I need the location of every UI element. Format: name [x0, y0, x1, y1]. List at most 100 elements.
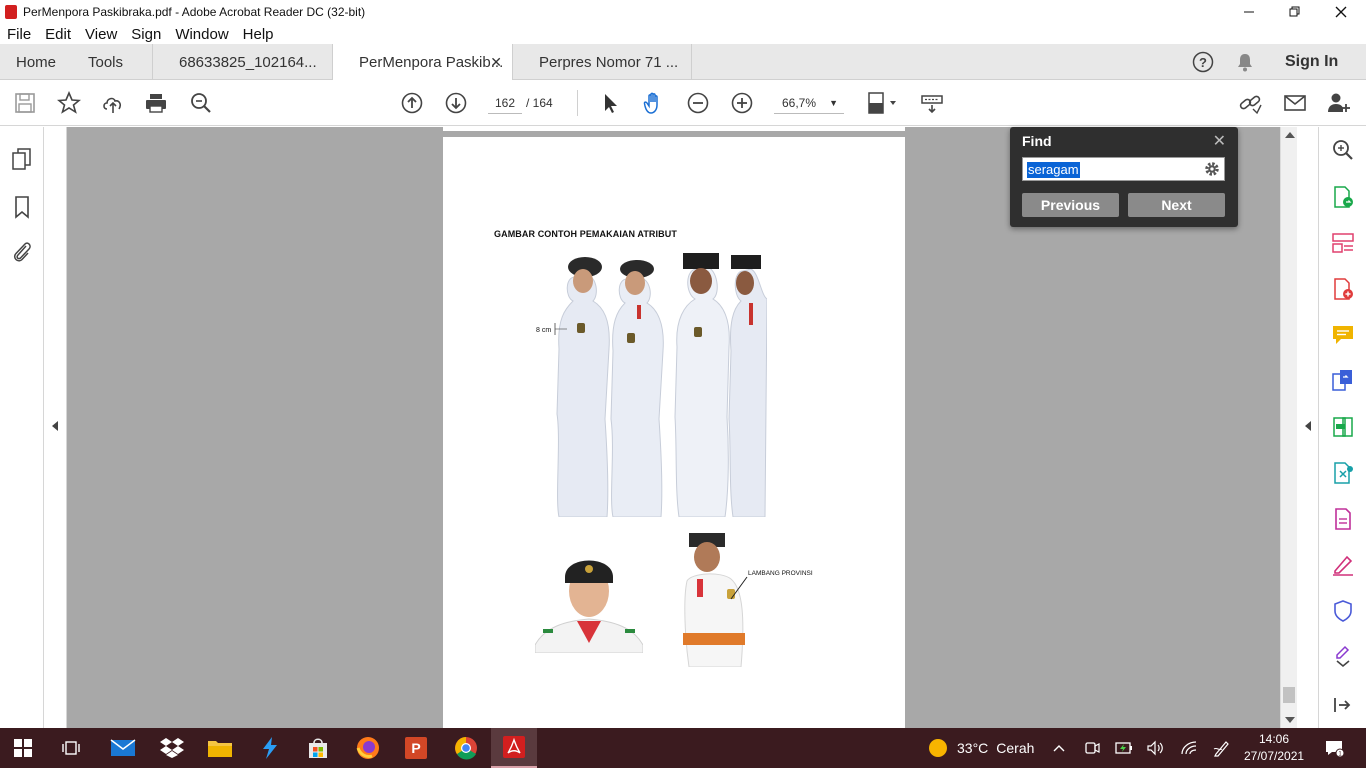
minimize-button[interactable] — [1226, 0, 1272, 24]
share-link-button[interactable] — [1236, 89, 1264, 117]
organize-pages-button[interactable] — [1331, 231, 1355, 255]
email-button[interactable] — [1281, 89, 1309, 117]
vertical-scrollbar[interactable] — [1280, 127, 1297, 728]
more-tools-button[interactable] — [1331, 645, 1355, 669]
clock[interactable]: 14:06 27/07/2021 — [1244, 731, 1304, 765]
scroll-up-arrow-icon[interactable] — [1285, 132, 1295, 138]
store-app[interactable] — [295, 728, 341, 768]
find-previous-button[interactable]: Previous — [1022, 193, 1119, 217]
gear-icon[interactable] — [1203, 160, 1221, 178]
shield-icon — [1334, 600, 1352, 622]
menu-file[interactable]: File — [0, 26, 38, 43]
tab-home[interactable]: Home — [16, 44, 56, 80]
read-mode-button[interactable] — [918, 89, 946, 117]
bookmark-icon — [15, 196, 29, 219]
right-pane-toggle[interactable] — [1297, 127, 1319, 728]
find-input[interactable]: seragam — [1022, 157, 1225, 181]
find-next-button[interactable]: Next — [1128, 193, 1225, 217]
show-hidden-icons-button[interactable] — [1052, 728, 1066, 768]
compare-files-button[interactable] — [1331, 415, 1355, 439]
tab-document-1[interactable]: 68633825_102164... — [152, 44, 332, 80]
next-page-button[interactable] — [442, 89, 470, 117]
menu-view[interactable]: View — [78, 26, 124, 43]
zoom-level-select[interactable]: 66,7% ▼ — [774, 92, 844, 114]
tab-document-3[interactable]: Perpres Nomor 71 ... — [512, 44, 692, 80]
arrow-up-circle-icon — [401, 92, 423, 114]
save-button[interactable] — [11, 89, 39, 117]
dropbox-app[interactable] — [149, 728, 195, 768]
select-tool-button[interactable] — [596, 89, 624, 117]
menu-edit[interactable]: Edit — [38, 26, 78, 43]
weather-widget[interactable]: 33°C Cerah — [929, 728, 1034, 768]
close-tab-icon[interactable]: ✕ — [490, 54, 502, 71]
zoom-search-button[interactable] — [187, 89, 215, 117]
search-tool-button[interactable] — [1331, 138, 1355, 162]
tab-tools[interactable]: Tools — [88, 44, 123, 80]
scrollbar-thumb[interactable] — [1283, 687, 1295, 703]
mail-app[interactable] — [100, 728, 146, 768]
taskbar: P 33°C Cerah 14:06 27/07/2021 1 — [0, 728, 1366, 768]
bolt-icon — [263, 737, 277, 759]
file-explorer-app[interactable] — [197, 728, 243, 768]
close-find-icon[interactable]: ✕ — [1213, 131, 1226, 151]
document-icon — [1335, 508, 1351, 530]
tab-document-2[interactable]: PerMenpora Paskib... ✕ — [332, 44, 512, 81]
add-user-button[interactable] — [1325, 89, 1353, 117]
close-icon — [1335, 6, 1347, 18]
page-number-input[interactable]: 162 — [488, 92, 522, 114]
restore-button[interactable] — [1272, 0, 1318, 24]
fill-sign-button[interactable] — [1331, 461, 1355, 485]
toolbar-divider — [577, 90, 578, 116]
tab-bar: Home Tools 68633825_102164... PerMenpora… — [0, 44, 1366, 81]
menu-window[interactable]: Window — [168, 26, 235, 43]
compare-icon — [1333, 417, 1353, 437]
combine-files-button[interactable] — [1331, 368, 1355, 392]
previous-page-button[interactable] — [398, 89, 426, 117]
chrome-app[interactable] — [443, 728, 489, 768]
protect-button[interactable] — [1331, 599, 1355, 623]
upload-button[interactable] — [99, 89, 127, 117]
create-pdf-button[interactable] — [1331, 277, 1355, 301]
battery-charging-icon — [1115, 742, 1132, 754]
hand-tool-button[interactable] — [640, 89, 668, 117]
zoom-out-button[interactable] — [684, 89, 712, 117]
export-arrows-icon — [1334, 462, 1353, 484]
notifications-button[interactable] — [1236, 44, 1254, 80]
scroll-down-arrow-icon[interactable] — [1285, 717, 1295, 723]
zoom-in-button[interactable] — [728, 89, 756, 117]
sign-in-button[interactable]: Sign In — [1285, 44, 1338, 80]
page-thumbnails-button[interactable] — [10, 147, 34, 171]
create-pdf-icon — [1334, 278, 1353, 300]
acrobat-app[interactable] — [491, 728, 537, 768]
firefox-app[interactable] — [345, 728, 391, 768]
notification-center-button[interactable]: 1 — [1324, 728, 1344, 768]
close-window-button[interactable] — [1318, 0, 1364, 24]
sign-button[interactable] — [1331, 553, 1355, 577]
tab-label: Perpres Nomor 71 ... — [539, 53, 679, 71]
meet-now-button[interactable] — [1084, 728, 1100, 768]
comment-button[interactable] — [1331, 323, 1355, 347]
network-status[interactable] — [1180, 728, 1198, 768]
help-button[interactable]: ? — [1192, 44, 1214, 80]
edit-pdf-button[interactable] — [1331, 507, 1355, 531]
bookmark-star-button[interactable] — [55, 89, 83, 117]
export-pdf-button[interactable] — [1331, 185, 1355, 209]
print-button[interactable] — [142, 89, 170, 117]
bookmarks-button[interactable] — [10, 195, 34, 219]
menu-sign[interactable]: Sign — [124, 26, 168, 43]
volume-control[interactable] — [1146, 728, 1164, 768]
battery-status[interactable] — [1115, 728, 1133, 768]
pen-workspace-button[interactable] — [1213, 728, 1231, 768]
collapse-tools-button[interactable] — [1331, 693, 1355, 717]
task-view-button[interactable] — [48, 728, 94, 768]
weather-temp: 33°C — [957, 740, 989, 756]
left-pane-toggle[interactable] — [44, 127, 67, 728]
lightning-app[interactable] — [247, 728, 293, 768]
fit-page-button[interactable] — [864, 89, 900, 117]
emblem-annotation: LAMBANG PROVINSI — [748, 570, 813, 577]
powerpoint-app[interactable]: P — [393, 728, 439, 768]
find-dialog: Find ✕ seragam Previous Next — [1010, 127, 1238, 227]
start-button[interactable] — [0, 728, 46, 768]
attachments-button[interactable] — [10, 240, 34, 264]
menu-help[interactable]: Help — [236, 26, 281, 43]
